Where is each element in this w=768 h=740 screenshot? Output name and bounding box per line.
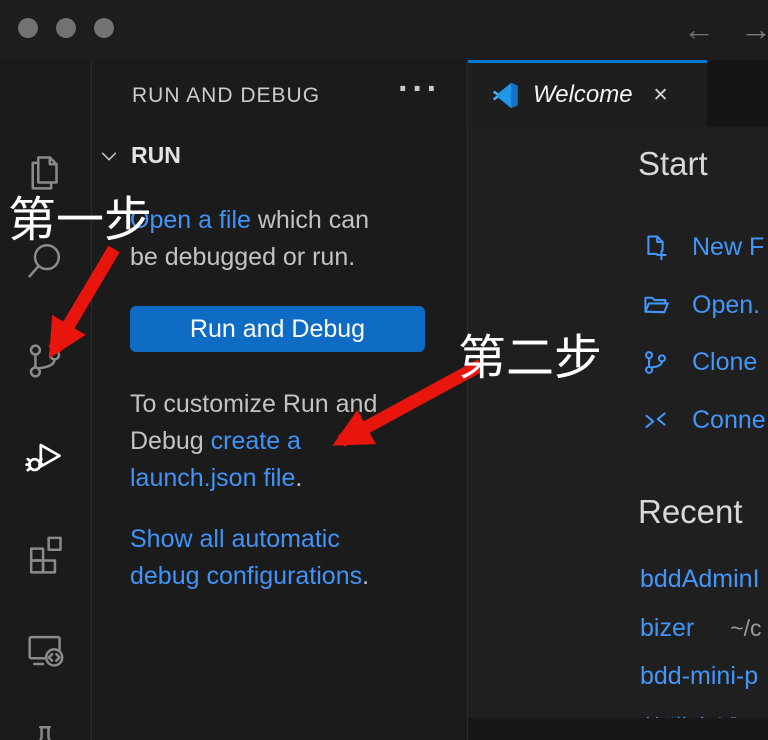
start-item-new-file[interactable]: New F bbox=[640, 231, 764, 263]
create-launch-json-link[interactable]: create a bbox=[211, 427, 301, 455]
intro-line2: be debugged or run. bbox=[130, 239, 445, 276]
debug-intro-text: Open a file which can be debugged or run… bbox=[130, 202, 445, 276]
customize-text: To customize Run and Debug create a laun… bbox=[130, 386, 445, 497]
debug-configurations-link[interactable]: debug configurations bbox=[130, 562, 362, 590]
start-item-label: Clone bbox=[692, 348, 757, 377]
run-section-header[interactable]: RUN bbox=[98, 142, 181, 169]
chevron-down-icon bbox=[98, 145, 120, 167]
git-clone-icon bbox=[640, 347, 671, 378]
editor-bottom-strip bbox=[468, 718, 768, 740]
recent-item[interactable]: bddAdminI bbox=[640, 565, 768, 595]
recent-path: ~/c bbox=[730, 615, 761, 642]
show-all-automatic-link[interactable]: Show all automatic bbox=[130, 525, 340, 553]
customize-period: . bbox=[295, 464, 302, 492]
extensions-icon[interactable] bbox=[22, 531, 68, 577]
run-and-debug-panel: RUN AND DEBUG ··· RUN Open a file which … bbox=[92, 60, 467, 740]
testing-beaker-icon[interactable] bbox=[22, 720, 68, 740]
start-item-label: Open. bbox=[692, 291, 760, 320]
start-item-connect[interactable]: Conne bbox=[640, 404, 766, 436]
new-file-icon bbox=[640, 232, 671, 263]
panel-title: RUN AND DEBUG bbox=[132, 84, 320, 108]
welcome-page: Start New F Open. Clone Conne Recent bdd… bbox=[468, 127, 768, 718]
recent-item[interactable]: bizer ~/c bbox=[640, 614, 762, 644]
start-item-label: Conne bbox=[692, 406, 766, 435]
recent-name: bddAdminI bbox=[640, 565, 760, 594]
more-actions-icon[interactable]: ··· bbox=[398, 70, 441, 109]
maximize-window-button[interactable] bbox=[94, 18, 114, 38]
run-section-label: RUN bbox=[131, 142, 181, 169]
show-configs-text: Show all automatic debug configurations. bbox=[130, 521, 445, 595]
remote-connect-icon bbox=[640, 405, 671, 436]
launch-json-file-link[interactable]: launch.json file bbox=[130, 464, 295, 492]
search-icon[interactable] bbox=[22, 238, 68, 284]
vscode-logo-icon bbox=[492, 82, 519, 109]
recent-heading: Recent bbox=[638, 493, 743, 531]
tab-close-icon[interactable]: ✕ bbox=[653, 84, 669, 107]
tab-title: Welcome bbox=[533, 81, 633, 109]
show-period: . bbox=[362, 562, 369, 590]
run-and-debug-button[interactable]: Run and Debug bbox=[130, 306, 425, 352]
recent-name: 共猎商城 bbox=[640, 710, 740, 718]
customize-line2-pre: Debug bbox=[130, 427, 211, 455]
editor-area: Welcome ✕ Start New F Open. Clone Conne … bbox=[468, 60, 768, 740]
recent-item[interactable]: bdd-mini-p bbox=[640, 662, 768, 692]
nav-forward-icon[interactable]: → bbox=[740, 9, 768, 49]
start-item-label: New F bbox=[692, 233, 764, 262]
customize-line1: To customize Run and bbox=[130, 386, 445, 423]
close-window-button[interactable] bbox=[18, 18, 38, 38]
folder-opened-icon bbox=[640, 290, 671, 321]
start-heading: Start bbox=[638, 145, 708, 183]
activity-bar bbox=[0, 60, 91, 740]
nav-back-icon[interactable]: ← bbox=[683, 9, 715, 49]
start-item-clone[interactable]: Clone bbox=[640, 346, 757, 378]
minimize-window-button[interactable] bbox=[56, 18, 76, 38]
tab-welcome[interactable]: Welcome ✕ bbox=[468, 60, 707, 127]
title-bar: ← → bbox=[0, 0, 768, 60]
intro-rest: which can bbox=[251, 206, 369, 234]
recent-name: bdd-mini-p bbox=[640, 662, 758, 691]
explorer-files-icon[interactable] bbox=[22, 147, 68, 193]
start-item-open[interactable]: Open. bbox=[640, 289, 760, 321]
vscode-window: ← → RUN AND DEBUG ··· RUN bbox=[0, 0, 768, 740]
recent-item[interactable]: 共猎商城 bbox=[640, 710, 768, 718]
source-control-icon[interactable] bbox=[22, 338, 68, 384]
run-and-debug-icon[interactable] bbox=[22, 432, 68, 478]
open-a-file-link[interactable]: Open a file bbox=[130, 206, 251, 234]
remote-explorer-icon[interactable] bbox=[22, 626, 68, 672]
recent-name: bizer bbox=[640, 614, 694, 643]
